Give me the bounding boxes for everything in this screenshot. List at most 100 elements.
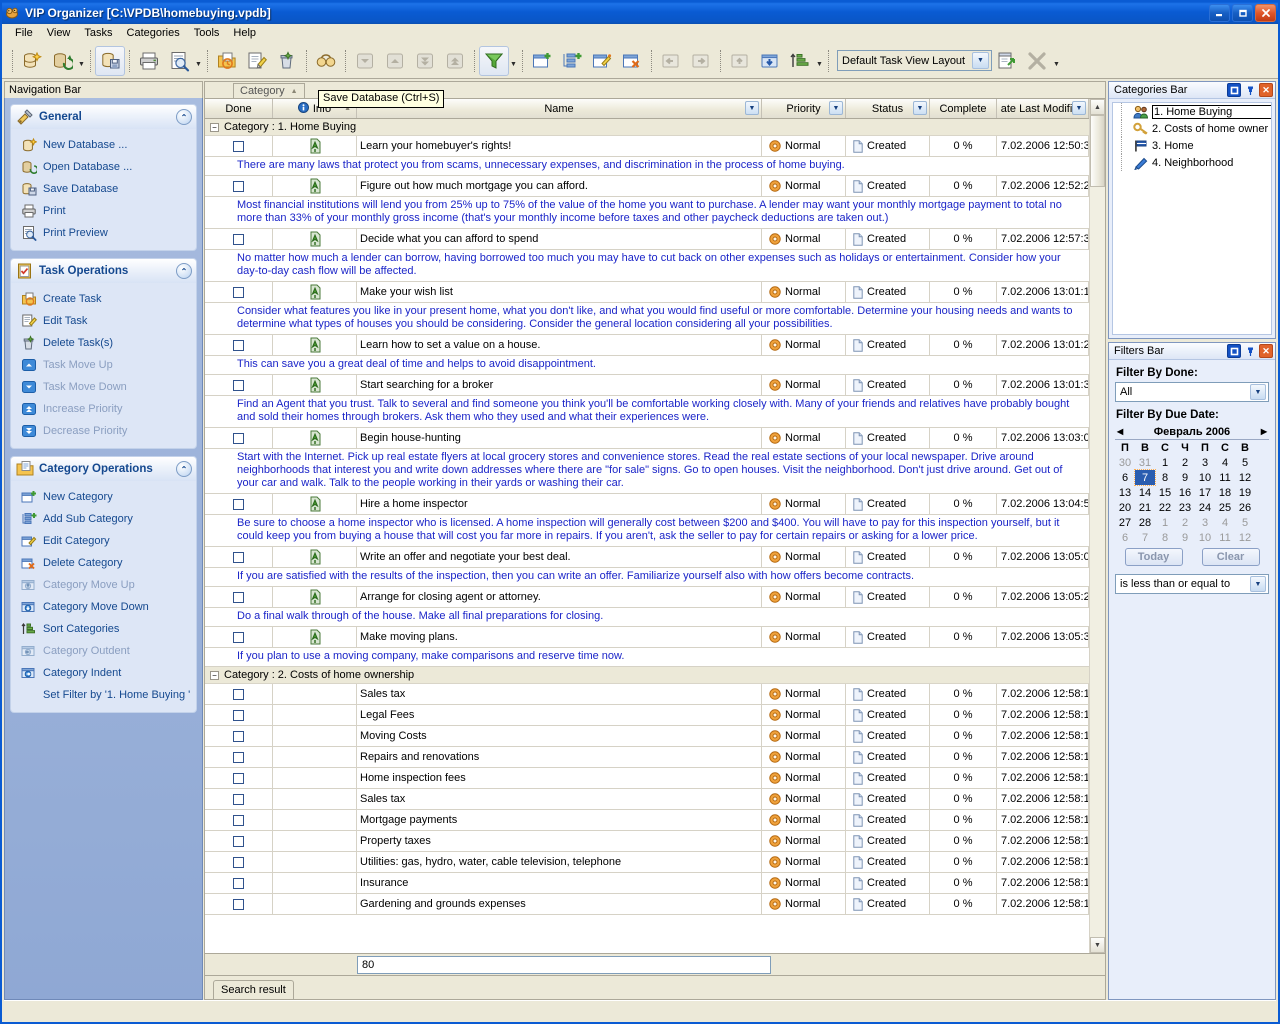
maximize-button[interactable]	[1232, 4, 1253, 22]
cell-complete[interactable]: 0 %	[930, 428, 997, 448]
done-checkbox[interactable]	[233, 181, 244, 192]
cell-name[interactable]: Legal Fees	[357, 705, 762, 725]
cell-info[interactable]	[273, 136, 357, 156]
table-row[interactable]: Legal FeesNormalCreated0 %7.02.2006 12:5…	[205, 705, 1089, 726]
cell-date-last-modified[interactable]: 7.02.2006 13:01:3	[997, 375, 1089, 395]
cell-done[interactable]	[205, 831, 273, 851]
cell-done[interactable]	[205, 684, 273, 704]
nav-item-category-outdent[interactable]: Category Outdent	[13, 640, 194, 662]
cell-priority[interactable]: Normal	[762, 547, 846, 567]
table-row[interactable]: Figure out how much mortgage you can aff…	[205, 176, 1089, 197]
cell-done[interactable]	[205, 176, 273, 196]
cell-name[interactable]: Gardening and grounds expenses	[357, 894, 762, 914]
cell-date-last-modified[interactable]: 7.02.2006 13:04:5	[997, 494, 1089, 514]
done-checkbox[interactable]	[233, 857, 244, 868]
cell-complete[interactable]: 0 %	[930, 375, 997, 395]
nav-item-new-database[interactable]: New Database ...	[13, 134, 194, 156]
table-row[interactable]: Begin house-huntingNormalCreated0 %7.02.…	[205, 428, 1089, 449]
cell-info[interactable]	[273, 747, 357, 767]
table-row[interactable]: Gardening and grounds expensesNormalCrea…	[205, 894, 1089, 915]
new-category-icon[interactable]	[527, 46, 557, 76]
nav-item-increase-priority[interactable]: Increase Priority	[13, 398, 194, 420]
nav-item-new-category[interactable]: New Category	[13, 486, 194, 508]
cell-done[interactable]	[205, 375, 273, 395]
calendar-day[interactable]: 1	[1155, 455, 1175, 470]
cell-complete[interactable]: 0 %	[930, 587, 997, 607]
calendar-day[interactable]: 18	[1215, 485, 1235, 500]
column-header-priority[interactable]: Priority ▼	[762, 99, 846, 118]
cell-complete[interactable]: 0 %	[930, 831, 997, 851]
inline-edit-field[interactable]: 80	[357, 956, 771, 974]
cell-name[interactable]: Figure out how much mortgage you can aff…	[357, 176, 762, 196]
cell-info[interactable]	[273, 852, 357, 872]
cell-priority[interactable]: Normal	[762, 894, 846, 914]
note-icon[interactable]	[308, 138, 322, 154]
group-by-bar[interactable]: Category ▲ Save Database (Ctrl+S)	[204, 81, 1106, 98]
cell-priority[interactable]: Normal	[762, 176, 846, 196]
cell-name[interactable]: Property taxes	[357, 831, 762, 851]
menu-help[interactable]: Help	[226, 25, 263, 41]
cell-name[interactable]: Insurance	[357, 873, 762, 893]
find-icon[interactable]	[311, 46, 341, 76]
done-checkbox[interactable]	[233, 287, 244, 298]
calendar-day[interactable]: 4	[1215, 515, 1235, 530]
cell-name[interactable]: Sales tax	[357, 789, 762, 809]
calendar-day[interactable]: 5	[1235, 455, 1255, 470]
sort-dropdown-icon[interactable]: ▼	[815, 46, 824, 76]
cell-date-last-modified[interactable]: 7.02.2006 13:01:1	[997, 282, 1089, 302]
calendar-day[interactable]: 25	[1215, 500, 1235, 515]
done-checkbox[interactable]	[233, 499, 244, 510]
delete-task-icon[interactable]	[272, 46, 302, 76]
category-tree-item[interactable]: 2. Costs of home owner	[1113, 120, 1271, 137]
scrollbar-track[interactable]	[1090, 115, 1105, 937]
filter-icon[interactable]	[479, 46, 509, 76]
cell-complete[interactable]: 0 %	[930, 726, 997, 746]
cell-date-last-modified[interactable]: 7.02.2006 12:50:3	[997, 136, 1089, 156]
close-button[interactable]	[1255, 4, 1276, 22]
calendar-day[interactable]: 20	[1115, 500, 1135, 515]
cell-priority[interactable]: Normal	[762, 789, 846, 809]
calendar-day[interactable]: 24	[1195, 500, 1215, 515]
calendar-day[interactable]: 11	[1215, 470, 1235, 485]
calendar-day[interactable]: 27	[1115, 515, 1135, 530]
filter-dropdown-icon[interactable]: ▼	[509, 46, 518, 76]
cell-priority[interactable]: Normal	[762, 684, 846, 704]
due-date-calendar[interactable]: ◀ Февраль 2006 ▶ ПВСЧПСВ3031123456789101…	[1115, 424, 1269, 566]
cell-name[interactable]: Learn your homebuyer's rights!	[357, 136, 762, 156]
table-row[interactable]: Sales taxNormalCreated0 %7.02.2006 12:58…	[205, 789, 1089, 810]
cell-priority[interactable]: Normal	[762, 747, 846, 767]
cell-complete[interactable]: 0 %	[930, 335, 997, 355]
cell-complete[interactable]: 0 %	[930, 852, 997, 872]
scrollbar-thumb[interactable]	[1090, 115, 1105, 187]
cell-done[interactable]	[205, 768, 273, 788]
cell-complete[interactable]: 0 %	[930, 547, 997, 567]
done-checkbox[interactable]	[233, 592, 244, 603]
cell-name[interactable]: Mortgage payments	[357, 810, 762, 830]
done-checkbox[interactable]	[233, 731, 244, 742]
edit-category-icon[interactable]	[587, 46, 617, 76]
cell-done[interactable]	[205, 229, 273, 249]
calendar-day[interactable]: 15	[1155, 485, 1175, 500]
cell-date-last-modified[interactable]: 7.02.2006 13:05:3	[997, 627, 1089, 647]
calendar-day[interactable]: 16	[1175, 485, 1195, 500]
menu-categories[interactable]: Categories	[120, 25, 187, 41]
cell-complete[interactable]: 0 %	[930, 894, 997, 914]
table-row[interactable]: Utilities: gas, hydro, water, cable tele…	[205, 852, 1089, 873]
cell-status[interactable]: Created	[846, 375, 930, 395]
menu-file[interactable]: File	[8, 25, 40, 41]
scroll-down-button[interactable]: ▼	[1090, 937, 1105, 953]
cell-done[interactable]	[205, 627, 273, 647]
cell-complete[interactable]: 0 %	[930, 747, 997, 767]
group-header-row[interactable]: −Category : 2. Costs of home ownership	[205, 667, 1089, 684]
calendar-day[interactable]: 6	[1115, 530, 1135, 545]
calendar-day[interactable]: 14	[1135, 485, 1155, 500]
new-database-icon[interactable]	[17, 46, 47, 76]
cell-date-last-modified[interactable]: 7.02.2006 12:58:1	[997, 789, 1089, 809]
nav-item-edit-task[interactable]: Edit Task	[13, 310, 194, 332]
category-tree-item[interactable]: 1. Home Buying	[1113, 103, 1271, 120]
nav-group-category-operations-header[interactable]: Category Operations ⌃	[10, 456, 197, 481]
chevron-down-icon[interactable]: ▼	[829, 101, 843, 115]
table-row[interactable]: Arrange for closing agent or attorney.No…	[205, 587, 1089, 608]
note-icon[interactable]	[308, 549, 322, 565]
nav-item-delete-tasks[interactable]: Delete Task(s)	[13, 332, 194, 354]
